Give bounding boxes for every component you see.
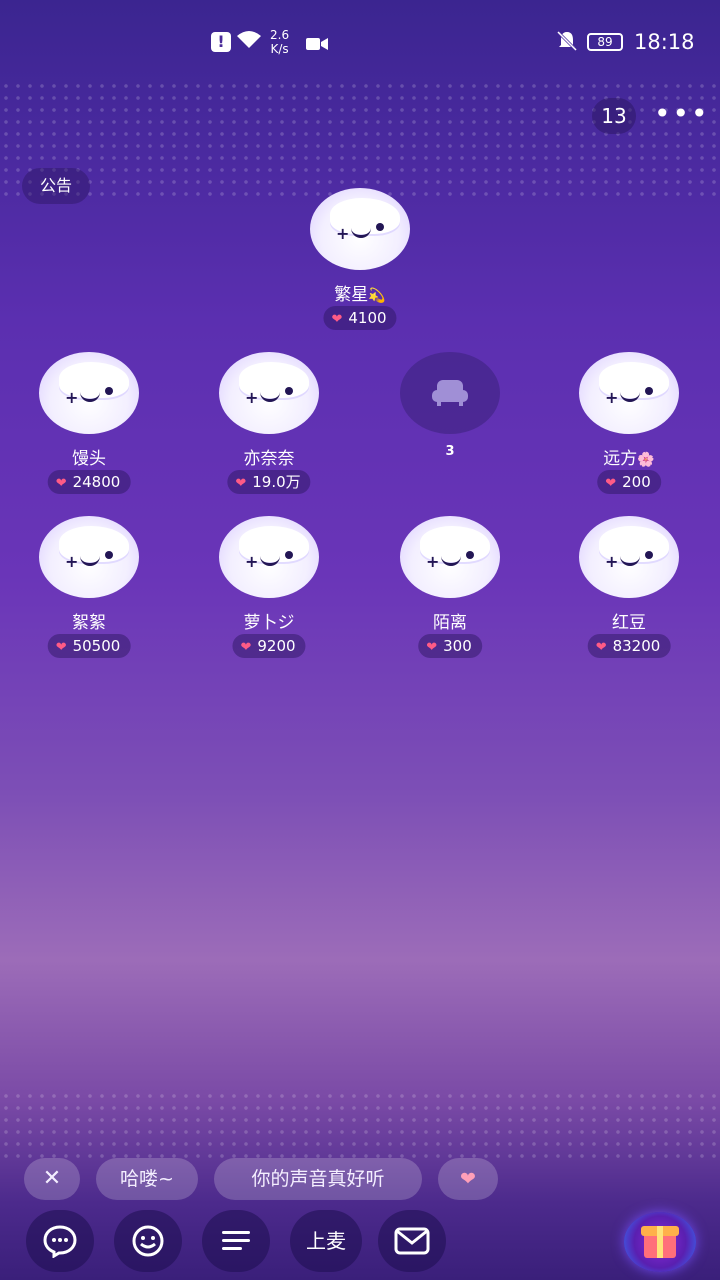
quick-reply-hello[interactable]: 哈喽~: [96, 1158, 198, 1200]
bell-off-icon: [556, 30, 578, 58]
quick-reply-nice-voice[interactable]: 你的声音真好听: [214, 1158, 422, 1200]
mail-icon[interactable]: [378, 1210, 446, 1272]
seat-score: ❤ 83200: [587, 634, 671, 658]
avatar: +: [39, 516, 139, 598]
seat-8[interactable]: + 红豆 ❤ 83200: [559, 516, 699, 666]
chat-icon[interactable]: [26, 1210, 94, 1272]
seat-score: ❤ 300: [418, 634, 482, 658]
more-icon[interactable]: •••: [654, 100, 708, 132]
score-value: 19.0万: [252, 473, 301, 491]
sofa-icon: [432, 380, 468, 406]
heart-icon: ❤: [426, 640, 438, 655]
network-speed: 2.6 K/s: [270, 28, 289, 56]
background-dots-bottom: [0, 1090, 720, 1160]
seat-name: 远方🌸: [559, 444, 699, 469]
heart-icon: ❤: [331, 312, 343, 327]
seat-number: 3: [445, 444, 455, 459]
score-value: 300: [443, 637, 472, 655]
seat-score: ❤ 50500: [47, 634, 131, 658]
seat-name: 絮絮: [19, 608, 159, 633]
seat-name-text: 红豆: [612, 613, 646, 633]
wifi-icon: [236, 30, 262, 56]
quick-reply-heart[interactable]: ❤: [438, 1158, 498, 1200]
avatar: +: [219, 352, 319, 434]
heart-icon: ❤: [235, 476, 247, 491]
host-seat[interactable]: + 繁星💫 ❤ 4100: [290, 188, 430, 338]
seat-name: 亦奈奈: [199, 444, 339, 469]
clock: 18:18: [634, 30, 695, 54]
gift-icon[interactable]: [624, 1212, 696, 1272]
score-value: 83200: [612, 637, 661, 655]
seat-score: ❤ 9200: [232, 634, 306, 658]
seat-score: ❤ 19.0万: [227, 470, 311, 494]
host-name: 繁星: [334, 285, 369, 305]
seat-badge: 🌸: [637, 452, 655, 468]
seat-name-text: 絮絮: [72, 613, 106, 633]
seat-name-text: 萝卜ジ: [243, 613, 295, 633]
notice-button[interactable]: 公告: [22, 168, 90, 204]
seat-2[interactable]: + 亦奈奈 ❤ 19.0万: [199, 352, 339, 502]
online-count[interactable]: 13: [592, 98, 636, 134]
seat-4[interactable]: + 远方🌸 ❤ 200: [559, 352, 699, 502]
menu-icon[interactable]: [202, 1210, 270, 1272]
seat-score: ❤ 200: [597, 470, 661, 494]
seat-5[interactable]: + 絮絮 ❤ 50500: [19, 516, 159, 666]
heart-icon: ❤: [55, 640, 67, 655]
avatar: +: [219, 516, 319, 598]
seat-1[interactable]: + 馒头 ❤ 24800: [19, 352, 159, 502]
seat-name-text: 远方: [603, 449, 638, 469]
seat-name: 萝卜ジ: [199, 608, 339, 633]
take-mic-button[interactable]: 上麦: [290, 1210, 362, 1272]
status-bar: ! 2.6 K/s 89 18:18: [0, 0, 720, 84]
seat-name-text: 陌离: [433, 613, 467, 633]
seat-6[interactable]: + 萝卜ジ ❤ 9200: [199, 516, 339, 666]
score-value: 4100: [348, 309, 387, 327]
avatar: +: [579, 352, 679, 434]
host-badge: 💫: [368, 288, 386, 304]
avatar: +: [400, 516, 500, 598]
avatar: +: [579, 516, 679, 598]
avatar: +: [310, 188, 410, 270]
emoji-icon[interactable]: [114, 1210, 182, 1272]
empty-seat: [400, 352, 500, 434]
seat-name-text: 馒头: [72, 449, 106, 469]
score-value: 50500: [72, 637, 121, 655]
seat-name: 繁星💫: [290, 280, 430, 305]
battery-level: 89: [597, 35, 613, 49]
score-value: 9200: [257, 637, 296, 655]
seat-score: ❤ 24800: [47, 470, 131, 494]
seat-name: 红豆: [559, 608, 699, 633]
battery-indicator: 89: [587, 33, 623, 51]
close-icon[interactable]: ✕: [24, 1158, 80, 1200]
seat-7[interactable]: + 陌离 ❤ 300: [380, 516, 520, 666]
avatar: +: [39, 352, 139, 434]
seat-name-text: 亦奈奈: [243, 449, 295, 469]
score-value: 200: [622, 473, 651, 491]
heart-icon: ❤: [460, 1168, 476, 1190]
heart-icon: ❤: [605, 476, 617, 491]
heart-icon: ❤: [55, 476, 67, 491]
alert-icon: !: [211, 32, 231, 52]
score-value: 24800: [72, 473, 121, 491]
seat-score: ❤ 4100: [323, 306, 397, 330]
heart-icon: ❤: [240, 640, 252, 655]
video-icon: [306, 33, 328, 50]
heart-icon: ❤: [595, 640, 607, 655]
network-speed-unit: K/s: [270, 42, 289, 56]
seat-name: 陌离: [380, 608, 520, 633]
seat-3-empty[interactable]: 3: [380, 352, 520, 502]
network-speed-value: 2.6: [270, 28, 290, 42]
seat-name: 馒头: [19, 444, 159, 469]
